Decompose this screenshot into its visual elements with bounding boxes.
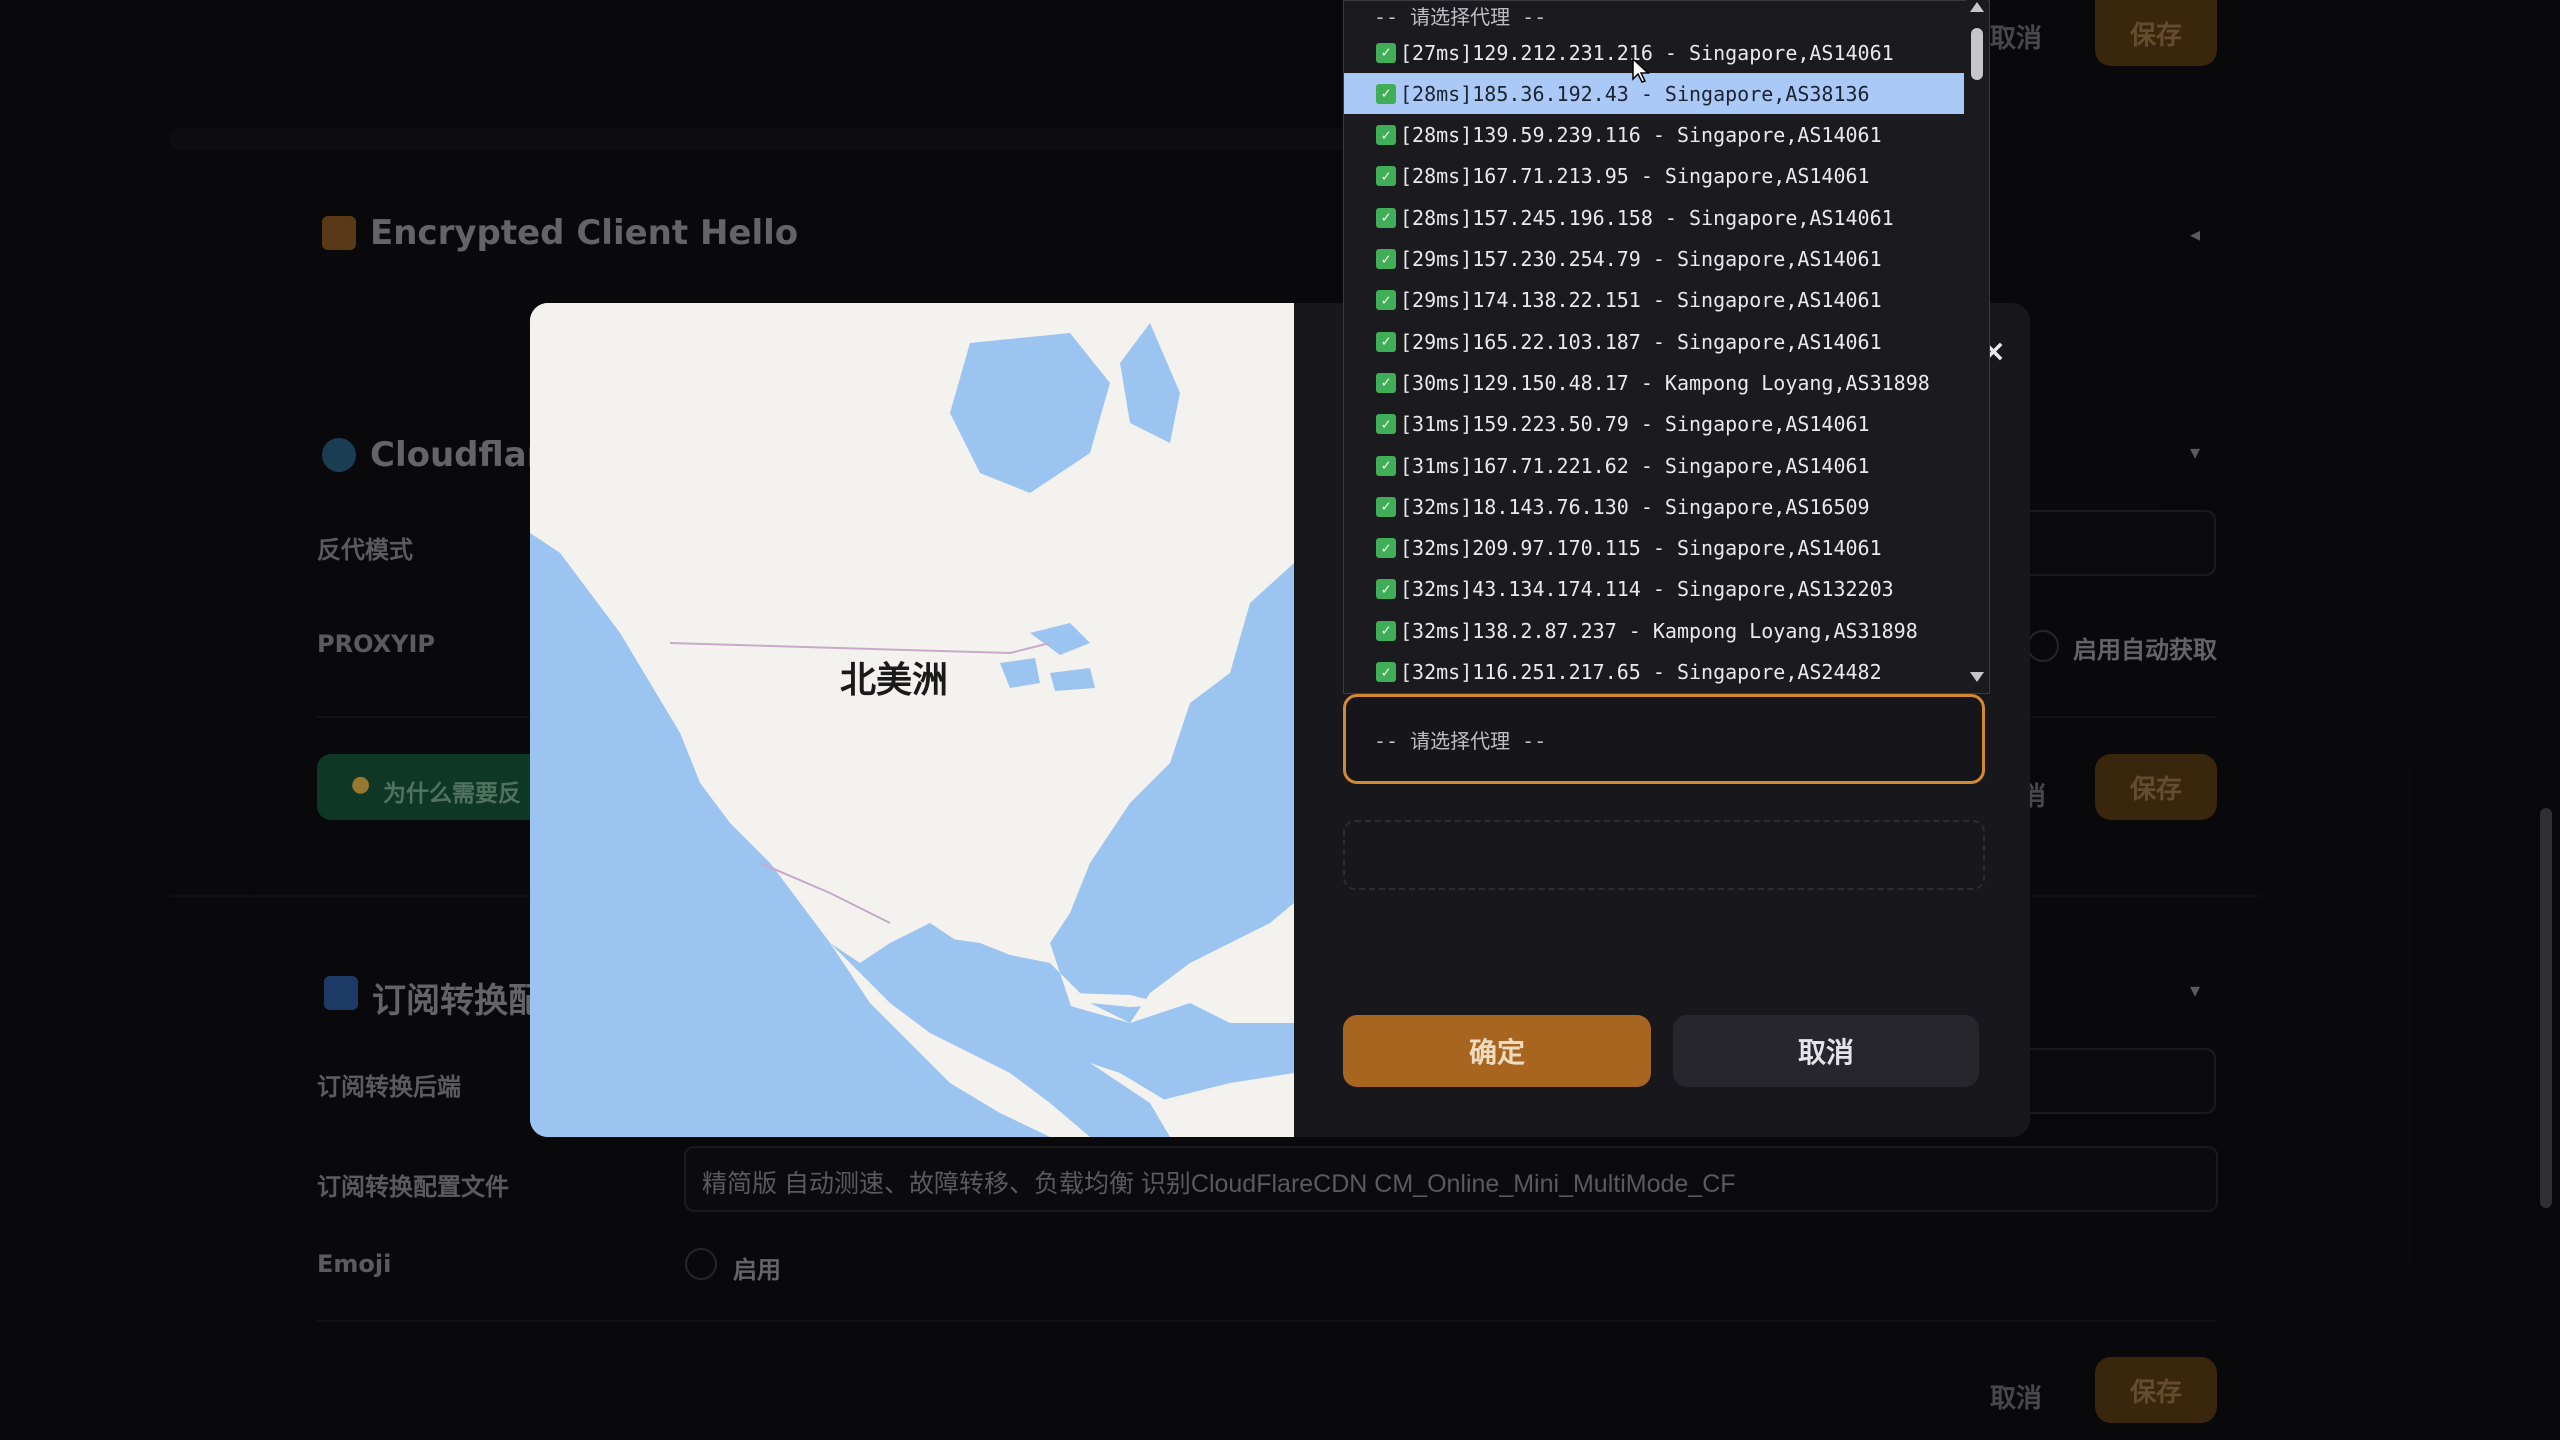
dropdown-item[interactable]: ✓ [31ms]159.223.50.79 - Singapore,AS14061 [1344,404,1964,445]
check-icon: ✓ [1376,125,1396,146]
dropdown-header[interactable]: -- 请选择代理 -- [1374,1,1546,30]
dropdown-item[interactable]: ✓ [32ms]18.143.76.130 - Singapore,AS16509 [1344,486,1964,527]
check-icon: ✓ [1376,496,1396,517]
check-icon: ✓ [1376,414,1396,435]
dropdown-item-label: [32ms]138.2.87.237 - Kampong Loyang,AS31… [1400,618,1918,643]
dropdown-item-label: [32ms]43.134.174.114 - Singapore,AS13220… [1400,577,1894,602]
dropdown-item[interactable]: ✓ [27ms]129.212.231.216 - Singapore,AS140… [1344,32,1964,73]
proxy-dropdown-list[interactable]: -- 请选择代理 -- ✓ [27ms]129.212.231.216 - Sin… [1343,0,1990,694]
dropdown-scroll-thumb[interactable] [1971,28,1983,80]
check-icon: ✓ [1376,538,1396,559]
mouse-cursor-icon [1632,57,1650,88]
check-icon: ✓ [1376,42,1396,63]
scroll-down-icon[interactable] [1970,672,1984,682]
check-icon: ✓ [1376,620,1396,641]
confirm-button[interactable]: 确定 [1343,1015,1651,1087]
proxy-detail-box [1343,820,1985,890]
region-map: 北美洲 [530,303,1294,1137]
dropdown-item-label: [32ms]209.97.170.115 - Singapore,AS14061 [1400,536,1882,561]
dropdown-item[interactable]: ✓ [31ms]167.71.221.62 - Singapore,AS14061 [1344,445,1964,486]
check-icon: ✓ [1376,372,1396,393]
check-icon: ✓ [1376,207,1396,228]
dropdown-scrollbar[interactable] [1966,0,1988,692]
dropdown-item-label: [29ms]157.230.254.79 - Singapore,AS14061 [1400,247,1882,271]
dropdown-item-label: [32ms]18.143.76.130 - Singapore,AS16509 [1400,494,1870,519]
dropdown-item-selected[interactable]: ✓ [28ms]185.36.192.43 - Singapore,AS38136 [1344,73,1964,115]
check-icon: ✓ [1376,455,1396,476]
scroll-up-icon[interactable] [1970,2,1984,12]
dropdown-item[interactable]: ✓ [30ms]129.150.48.17 - Kampong Loyang,AS… [1344,362,1964,403]
map-region-label: 北美洲 [840,660,949,701]
dropdown-item-label: [29ms]174.138.22.151 - Singapore,AS14061 [1400,288,1882,313]
dropdown-item[interactable]: ✓ [32ms]138.2.87.237 - Kampong Loyang,AS3… [1344,610,1964,651]
check-icon: ✓ [1376,579,1396,600]
dropdown-item[interactable]: ✓ [28ms]139.59.239.116 - Singapore,AS1406… [1344,115,1964,156]
check-icon: ✓ [1376,249,1396,269]
dropdown-item[interactable]: ✓ [28ms]157.245.196.158 - Singapore,AS140… [1344,197,1964,238]
dropdown-item-label: [29ms]165.22.103.187 - Singapore,AS14061 [1400,329,1882,354]
dropdown-item-label: [28ms]157.245.196.158 - Singapore,AS1406… [1400,205,1894,230]
dropdown-item[interactable]: ✓ [29ms]174.138.22.151 - Singapore,AS1406… [1344,280,1964,321]
dropdown-item-label: [28ms]167.71.213.95 - Singapore,AS14061 [1400,164,1870,189]
check-icon: ✓ [1376,331,1396,352]
dropdown-item[interactable]: ✓ [29ms]157.230.254.79 - Singapore,AS1406… [1344,239,1964,280]
proxy-select[interactable]: -- 请选择代理 -- [1343,694,1985,784]
dropdown-item[interactable]: ✓ [32ms]116.251.217.65 - Singapore,AS2448… [1344,652,1964,693]
dropdown-item[interactable]: ✓ [32ms]209.97.170.115 - Singapore,AS1406… [1344,528,1964,569]
cancel-button[interactable]: 取消 [1673,1015,1979,1087]
dropdown-item[interactable]: ✓ [29ms]165.22.103.187 - Singapore,AS1406… [1344,321,1964,362]
check-icon: ✓ [1376,166,1396,187]
north-america-map [530,303,1294,1137]
dropdown-item[interactable]: ✓ [32ms]43.134.174.114 - Singapore,AS1322… [1344,569,1964,610]
check-icon: ✓ [1376,83,1396,104]
dropdown-item[interactable]: ✓ [28ms]167.71.213.95 - Singapore,AS14061 [1344,156,1964,197]
check-icon: ✓ [1376,290,1396,311]
dropdown-item-label: [30ms]129.150.48.17 - Kampong Loyang,AS3… [1400,370,1930,395]
dropdown-item-label: [32ms]116.251.217.65 - Singapore,AS24482 [1400,660,1882,684]
check-icon: ✓ [1376,662,1396,682]
dropdown-item-label: [31ms]167.71.221.62 - Singapore,AS14061 [1400,453,1870,478]
dropdown-item-label: [31ms]159.223.50.79 - Singapore,AS14061 [1400,412,1870,437]
proxy-select-value: -- 请选择代理 -- [1374,729,1547,753]
dropdown-item-label: [28ms]139.59.239.116 - Singapore,AS14061 [1400,123,1882,148]
